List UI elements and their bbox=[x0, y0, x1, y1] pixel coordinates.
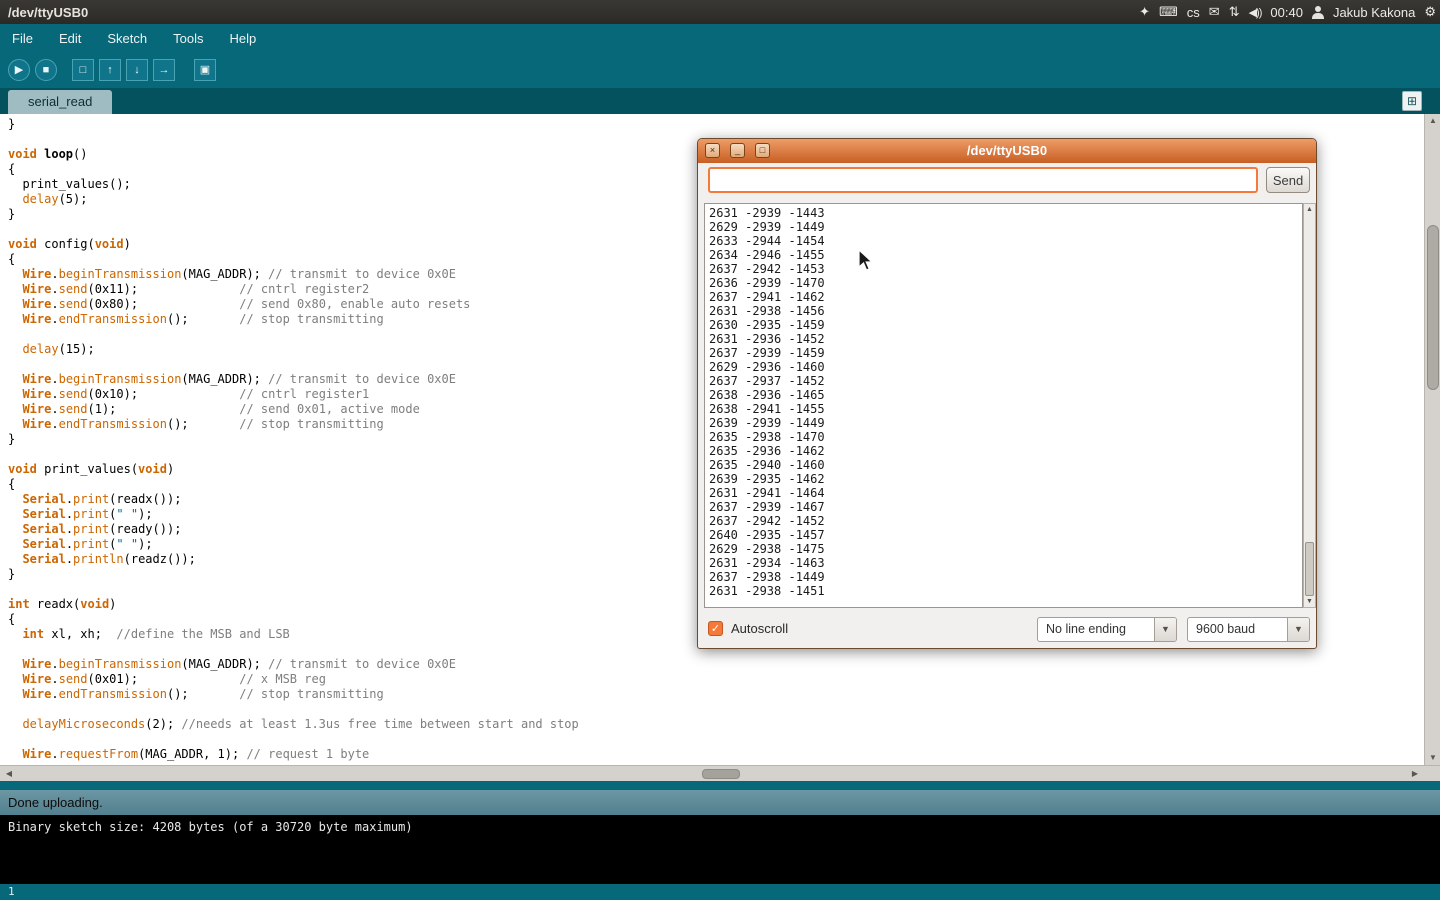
serial-line: 2629 -2936 -1460 bbox=[709, 360, 1302, 374]
scroll-up-arrow-icon[interactable]: ▲ bbox=[1425, 114, 1440, 128]
menu-tools[interactable]: Tools bbox=[173, 31, 203, 46]
scroll-down-arrow-icon[interactable]: ▼ bbox=[1425, 751, 1440, 765]
tab-menu-button[interactable]: ⊞ bbox=[1402, 91, 1422, 111]
serial-line: 2635 -2940 -1460 bbox=[709, 458, 1302, 472]
serial-line: 2637 -2942 -1452 bbox=[709, 514, 1302, 528]
menu-edit[interactable]: Edit bbox=[59, 31, 81, 46]
code-line: delayMicroseconds(2); //needs at least 1… bbox=[8, 717, 1424, 732]
serial-line: 2637 -2938 -1449 bbox=[709, 570, 1302, 584]
tab-serial-read[interactable]: serial_read bbox=[8, 90, 112, 114]
user-icon bbox=[1312, 6, 1324, 19]
keyboard-icon[interactable]: ⌨ bbox=[1159, 4, 1178, 20]
serial-monitor-window: /dev/ttyUSB0 × _ □ Send 2631 -2939 -1443… bbox=[697, 138, 1317, 649]
menu-help[interactable]: Help bbox=[229, 31, 256, 46]
serial-line: 2639 -2935 -1462 bbox=[709, 472, 1302, 486]
stop-button[interactable]: ■ bbox=[35, 59, 57, 81]
serial-line: 2633 -2944 -1454 bbox=[709, 234, 1302, 248]
send-button[interactable]: Send bbox=[1266, 167, 1310, 193]
serial-line: 2635 -2938 -1470 bbox=[709, 430, 1302, 444]
code-line bbox=[8, 732, 1424, 747]
chevron-down-icon[interactable]: ▼ bbox=[1287, 618, 1309, 641]
serial-line: 2637 -2939 -1467 bbox=[709, 500, 1302, 514]
close-icon[interactable]: × bbox=[705, 143, 720, 158]
code-line: Wire.requestFrom(MAG_ADDR, 1); // reques… bbox=[8, 747, 1424, 762]
upload-button[interactable]: → bbox=[153, 59, 175, 81]
serial-send-input[interactable] bbox=[708, 167, 1258, 193]
scroll-right-arrow-icon[interactable]: ▶ bbox=[1408, 766, 1422, 782]
editor-horizontal-scrollbar[interactable]: ◀ ▶ bbox=[0, 765, 1440, 781]
serial-monitor-titlebar[interactable]: /dev/ttyUSB0 bbox=[698, 139, 1316, 163]
maximize-icon[interactable]: □ bbox=[755, 143, 770, 158]
code-line: Wire.endTransmission(); // stop transmit… bbox=[8, 687, 1424, 702]
horizontal-scroll-thumb[interactable] bbox=[702, 769, 740, 779]
line-ending-dropdown[interactable]: No line ending ▼ bbox=[1037, 617, 1177, 642]
code-line bbox=[8, 702, 1424, 717]
line-number-indicator: 1 bbox=[0, 884, 1440, 900]
toolbar: ▶ ■ □ ↑ ↓ → ▣ bbox=[0, 52, 1440, 88]
serial-scrollbar[interactable]: ▲ ▼ bbox=[1303, 203, 1316, 608]
serial-line: 2636 -2939 -1470 bbox=[709, 276, 1302, 290]
serial-line: 2631 -2939 -1443 bbox=[709, 206, 1302, 220]
serial-line: 2631 -2941 -1464 bbox=[709, 486, 1302, 500]
open-button[interactable]: ↑ bbox=[99, 59, 121, 81]
serial-line: 2631 -2936 -1452 bbox=[709, 332, 1302, 346]
console-output: Binary sketch size: 4208 bytes (of a 307… bbox=[0, 815, 1440, 884]
volume-icon[interactable]: ◀)) bbox=[1249, 6, 1262, 19]
code-line: Wire.beginTransmission(MAG_ADDR); // tra… bbox=[8, 657, 1424, 672]
code-line: Wire.send(0x01); // x MSB reg bbox=[8, 672, 1424, 687]
serial-line: 2639 -2939 -1449 bbox=[709, 416, 1302, 430]
window-gap bbox=[0, 781, 1440, 790]
serial-line: 2630 -2935 -1459 bbox=[709, 318, 1302, 332]
new-sketch-button[interactable]: □ bbox=[72, 59, 94, 81]
serial-output[interactable]: 2631 -2939 -14432629 -2939 -14492633 -29… bbox=[704, 203, 1303, 608]
tab-bar: serial_read ⊞ bbox=[0, 88, 1440, 114]
editor-vertical-scrollbar[interactable]: ▲ ▼ bbox=[1424, 114, 1440, 765]
gear-icon[interactable]: ⚙ bbox=[1424, 4, 1436, 20]
code-line: } bbox=[8, 117, 1424, 132]
serial-monitor-button[interactable]: ▣ bbox=[194, 59, 216, 81]
scroll-left-arrow-icon[interactable]: ◀ bbox=[2, 766, 16, 782]
minimize-icon[interactable]: _ bbox=[730, 143, 745, 158]
serial-scroll-thumb[interactable] bbox=[1305, 542, 1314, 596]
system-panel: /dev/ttyUSB0 ✦ ⌨ cs ✉ ⇅ ◀)) 00:40 Jakub … bbox=[0, 0, 1440, 24]
serial-line: 2640 -2935 -1457 bbox=[709, 528, 1302, 542]
keyboard-layout-indicator[interactable]: cs bbox=[1187, 5, 1200, 20]
serial-line: 2635 -2936 -1462 bbox=[709, 444, 1302, 458]
serial-line: 2631 -2938 -1456 bbox=[709, 304, 1302, 318]
clock[interactable]: 00:40 bbox=[1270, 5, 1303, 20]
save-button[interactable]: ↓ bbox=[126, 59, 148, 81]
vertical-scroll-thumb[interactable] bbox=[1427, 225, 1439, 390]
serial-line: 2637 -2942 -1453 bbox=[709, 262, 1302, 276]
window-controls: × _ □ bbox=[705, 143, 770, 158]
serial-scroll-up-icon[interactable]: ▲ bbox=[1304, 204, 1315, 215]
serial-line: 2629 -2939 -1449 bbox=[709, 220, 1302, 234]
serial-line: 2629 -2938 -1475 bbox=[709, 542, 1302, 556]
serial-scroll-down-icon[interactable]: ▼ bbox=[1304, 596, 1315, 607]
chevron-down-icon[interactable]: ▼ bbox=[1154, 618, 1176, 641]
serial-line: 2634 -2946 -1455 bbox=[709, 248, 1302, 262]
menu-file[interactable]: File bbox=[12, 31, 33, 46]
network-icon[interactable]: ⇅ bbox=[1229, 4, 1240, 20]
serial-line: 2637 -2939 -1459 bbox=[709, 346, 1302, 360]
mail-icon[interactable]: ✉ bbox=[1209, 4, 1220, 20]
baud-rate-dropdown[interactable]: 9600 baud ▼ bbox=[1187, 617, 1310, 642]
menubar: File Edit Sketch Tools Help bbox=[0, 24, 1440, 52]
menu-sketch[interactable]: Sketch bbox=[107, 31, 147, 46]
autoscroll-checkbox[interactable]: ✓ bbox=[708, 621, 723, 636]
autoscroll-label: Autoscroll bbox=[731, 621, 788, 636]
serial-line: 2631 -2934 -1463 bbox=[709, 556, 1302, 570]
serial-line: 2638 -2941 -1455 bbox=[709, 402, 1302, 416]
serial-monitor-footer: ✓ Autoscroll No line ending ▼ 9600 baud … bbox=[698, 617, 1318, 647]
serial-line: 2631 -2938 -1451 bbox=[709, 584, 1302, 598]
verify-button[interactable]: ▶ bbox=[8, 59, 30, 81]
serial-line: 2637 -2937 -1452 bbox=[709, 374, 1302, 388]
serial-line: 2637 -2941 -1462 bbox=[709, 290, 1302, 304]
serial-line: 2638 -2936 -1465 bbox=[709, 388, 1302, 402]
bluetooth-icon[interactable]: ✦ bbox=[1139, 4, 1150, 20]
user-name[interactable]: Jakub Kakona bbox=[1333, 5, 1415, 20]
status-bar: Done uploading. bbox=[0, 790, 1440, 815]
desktop: /dev/ttyUSB0 ✦ ⌨ cs ✉ ⇅ ◀)) 00:40 Jakub … bbox=[0, 0, 1440, 900]
system-tray: ✦ ⌨ cs ✉ ⇅ ◀)) 00:40 Jakub Kakona ⚙ bbox=[1139, 0, 1436, 24]
window-title: /dev/ttyUSB0 bbox=[0, 5, 88, 20]
